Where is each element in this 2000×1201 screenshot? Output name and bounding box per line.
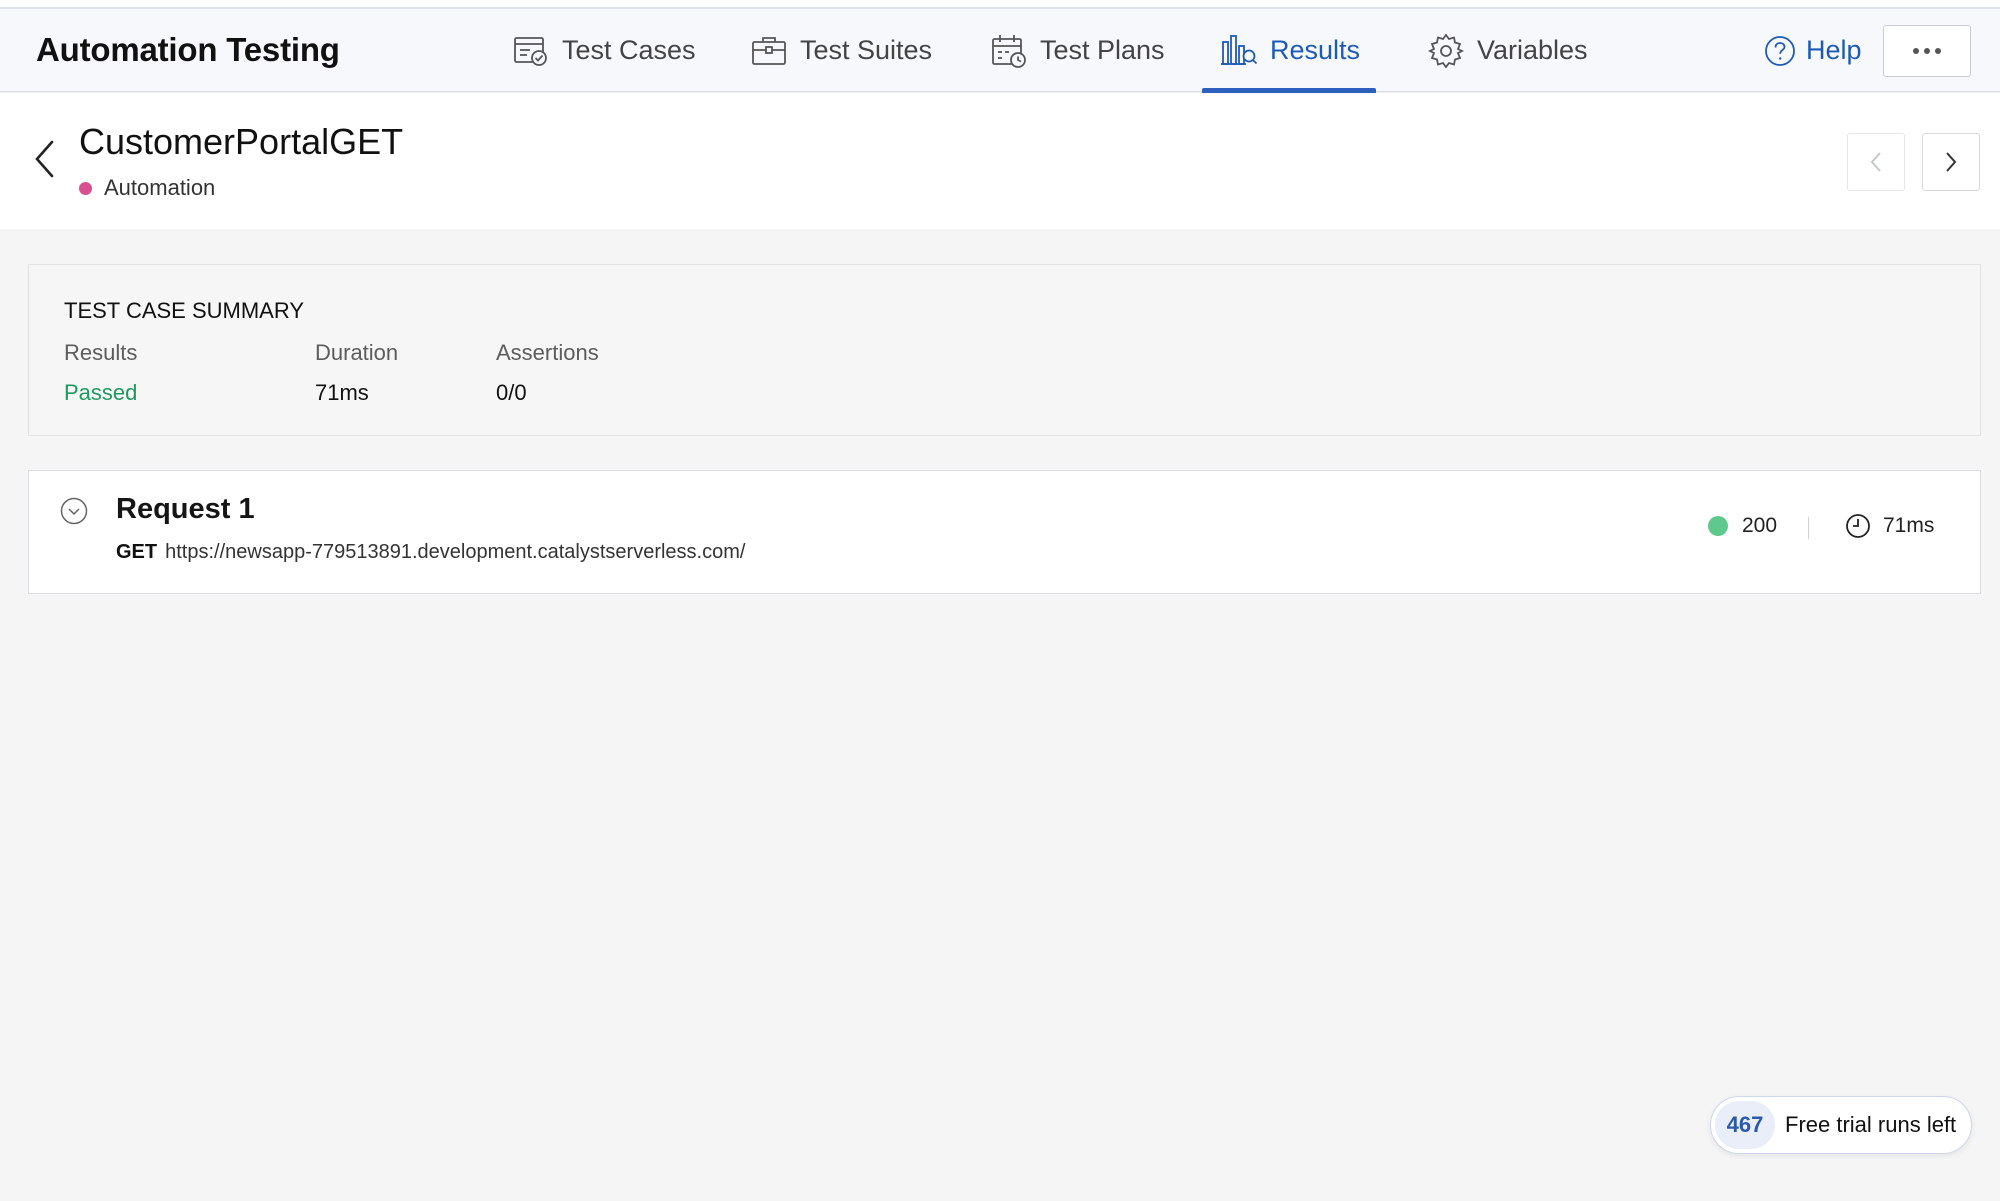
- request-url: https://newsapp-779513891.development.ca…: [165, 541, 746, 563]
- more-options-button[interactable]: [1883, 25, 1971, 77]
- results-stat: Results Passed: [64, 340, 137, 406]
- assertions-value: 0/0: [496, 380, 527, 405]
- summary-heading: TEST CASE SUMMARY: [64, 298, 305, 323]
- test-case-summary-card: TEST CASE SUMMARY Results Passed Duratio…: [28, 264, 1981, 436]
- free-trial-badge[interactable]: 467 Free trial runs left: [1710, 1096, 1972, 1154]
- request-card[interactable]: Request 1 GET https://newsapp-779513891.d…: [28, 470, 1981, 594]
- calendar-clock-icon: [992, 34, 1026, 68]
- trial-runs-count: 467: [1715, 1101, 1775, 1149]
- previous-button[interactable]: [1847, 133, 1905, 191]
- test-cases-icon: [514, 36, 547, 66]
- next-button[interactable]: [1922, 133, 1980, 191]
- response-time-value: 71ms: [1883, 514, 1935, 537]
- tag-label: Automation: [104, 175, 216, 200]
- tab-variables[interactable]: Variables: [1427, 9, 1588, 92]
- tab-test-plans[interactable]: Test Plans: [990, 9, 1165, 92]
- tab-label: Variables: [1477, 35, 1588, 65]
- duration-value: 71ms: [315, 380, 369, 405]
- page-titlebar: CustomerPortalGET Automation: [0, 93, 2000, 229]
- request-method: GET: [116, 541, 158, 563]
- tag-dot-icon: [79, 181, 92, 195]
- divider: [1808, 517, 1809, 539]
- results-chart-icon: [1221, 34, 1258, 65]
- back-arrow-icon[interactable]: [30, 137, 60, 181]
- tab-label: Results: [1270, 35, 1361, 65]
- tab-test-suites[interactable]: Test Suites: [750, 9, 932, 92]
- briefcase-icon: [752, 36, 786, 65]
- tab-label: Test Cases: [562, 35, 696, 65]
- results-label: Results: [64, 340, 138, 365]
- duration-stat: Duration 71ms: [315, 340, 398, 406]
- duration-label: Duration: [315, 340, 399, 365]
- tab-label: Test Suites: [800, 35, 933, 65]
- window-top-edge: [0, 0, 2000, 9]
- clock-icon: [1846, 514, 1870, 538]
- page-title: CustomerPortalGET: [79, 121, 404, 162]
- status-code: 200: [1742, 514, 1778, 537]
- chevron-down-circle-icon[interactable]: [60, 497, 88, 525]
- app-header: Automation Testing Test Cases Test Suite…: [0, 9, 2000, 93]
- assertions-stat: Assertions 0/0: [496, 340, 599, 406]
- app-title: Automation Testing: [36, 31, 340, 68]
- results-value: Passed: [64, 380, 138, 405]
- request-endpoint: GET https://newsapp-779513891.development…: [116, 541, 745, 564]
- assertions-label: Assertions: [496, 340, 599, 365]
- help-link[interactable]: Help: [1764, 9, 1862, 92]
- tab-label: Test Plans: [1040, 35, 1165, 65]
- help-label: Help: [1806, 35, 1862, 65]
- page-tag: Automation: [79, 175, 215, 201]
- response-time: 71ms: [1845, 513, 1934, 539]
- chevron-right-icon: [1946, 152, 1957, 172]
- chevron-left-icon: [1870, 152, 1881, 172]
- gear-icon: [1427, 33, 1465, 68]
- request-title: Request 1: [116, 493, 255, 525]
- tab-test-cases[interactable]: Test Cases: [512, 9, 696, 92]
- status-indicator: 200: [1708, 514, 1777, 538]
- help-icon: [1765, 35, 1795, 66]
- ellipsis-icon: [1913, 48, 1919, 54]
- tab-results[interactable]: Results: [1201, 9, 1377, 93]
- status-dot-icon: [1708, 516, 1728, 536]
- trial-runs-label: Free trial runs left: [1785, 1112, 1957, 1137]
